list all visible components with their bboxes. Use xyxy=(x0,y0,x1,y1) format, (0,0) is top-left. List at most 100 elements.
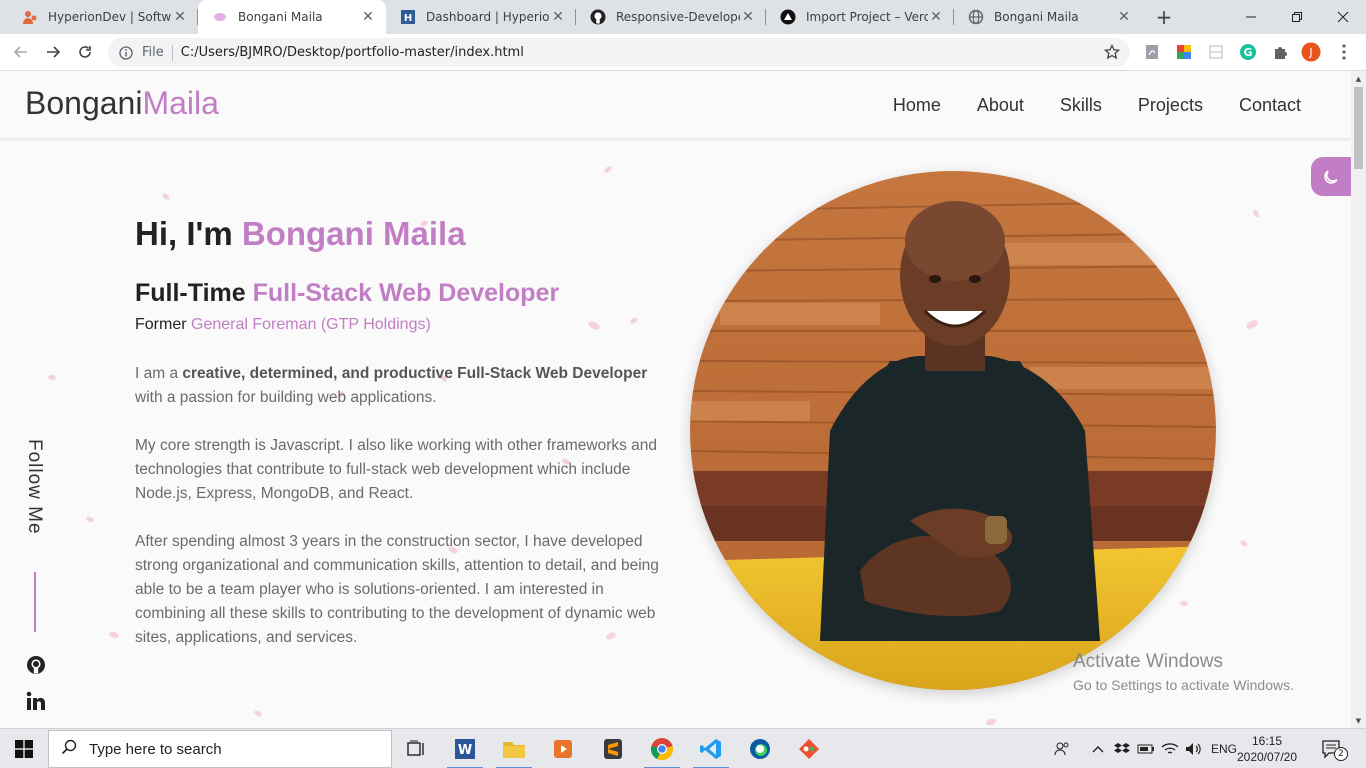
chrome-icon[interactable] xyxy=(638,729,686,768)
scrollbar-thumb[interactable] xyxy=(1354,87,1363,169)
vscode-icon[interactable] xyxy=(687,729,735,768)
volume-icon[interactable] xyxy=(1184,729,1204,768)
logo-first: Bongani xyxy=(25,85,143,121)
close-window-button[interactable] xyxy=(1320,0,1366,34)
nav-skills[interactable]: Skills xyxy=(1060,95,1102,116)
nav-home[interactable]: Home xyxy=(893,95,941,116)
hyperion-dashboard-icon: H xyxy=(400,9,416,25)
github-icon xyxy=(590,9,606,25)
petal-favicon-icon xyxy=(212,9,228,25)
clock-time: 16:15 xyxy=(1251,734,1283,748)
tab-label: Import Project – Vercel xyxy=(806,10,928,24)
notification-count-badge: 2 xyxy=(1334,747,1348,761)
close-icon[interactable]: ✕ xyxy=(550,9,566,25)
follow-divider xyxy=(34,572,36,632)
media-player-icon[interactable] xyxy=(539,729,587,768)
watermark-line2: Go to Settings to activate Windows. xyxy=(1073,677,1294,693)
tab-bongani-maila-2[interactable]: Bongani Maila ✕ xyxy=(954,0,1142,34)
info-icon[interactable] xyxy=(118,45,134,61)
grammarly-icon[interactable]: G xyxy=(1238,42,1258,62)
task-view-icon[interactable] xyxy=(392,729,440,768)
search-placeholder: Type here to search xyxy=(89,740,222,758)
hero-role: Full-Time Full-Stack Web Developer xyxy=(135,279,559,308)
former-role-title: General Foreman (GTP Holdings) xyxy=(191,316,431,333)
tab-label: Responsive-Developer- xyxy=(616,10,740,24)
system-clock[interactable]: 16:15 2020/07/20 xyxy=(1236,733,1298,765)
follow-label: Follow Me xyxy=(24,439,45,535)
close-icon[interactable]: ✕ xyxy=(360,9,376,25)
dark-mode-toggle[interactable] xyxy=(1311,157,1351,196)
greeting-name: Bongani Maila xyxy=(241,215,466,252)
wifi-icon[interactable] xyxy=(1160,729,1180,768)
browser-tab-strip: HyperionDev | Software ✕ Bongani Maila ✕… xyxy=(0,0,1366,34)
follow-me: Follow Me xyxy=(21,439,51,559)
dropbox-icon[interactable] xyxy=(1112,729,1132,768)
restore-button[interactable] xyxy=(1274,0,1320,34)
nav-contact[interactable]: Contact xyxy=(1239,95,1301,116)
sublime-text-icon[interactable] xyxy=(589,729,637,768)
main-nav: Home About Skills Projects Contact xyxy=(893,95,1301,116)
watermark-line1: Activate Windows xyxy=(1073,651,1223,672)
page-scrollbar[interactable]: ▲ ▼ xyxy=(1351,71,1366,728)
reload-button[interactable] xyxy=(74,41,96,63)
github-icon[interactable] xyxy=(26,655,46,675)
profile-initial: J xyxy=(1309,45,1313,59)
windows-logo-icon xyxy=(15,740,33,758)
svg-text:W: W xyxy=(458,743,472,758)
tab-hyperiondev[interactable]: HyperionDev | Software ✕ xyxy=(8,0,198,34)
nav-projects[interactable]: Projects xyxy=(1138,95,1203,116)
former-role: Former General Foreman (GTP Holdings) xyxy=(135,316,431,334)
site-logo[interactable]: BonganiMaila xyxy=(25,85,219,122)
profile-avatar[interactable]: J xyxy=(1301,42,1321,62)
close-icon[interactable]: ✕ xyxy=(928,9,944,25)
minimize-button[interactable] xyxy=(1228,0,1274,34)
pdf-extension-icon[interactable] xyxy=(1142,42,1162,62)
close-icon[interactable]: ✕ xyxy=(172,9,188,25)
git-kraken-icon[interactable] xyxy=(785,729,833,768)
url-text[interactable]: C:/Users/BJMRO/Desktop/portfolio-master/… xyxy=(181,45,524,60)
grid-extension-icon[interactable] xyxy=(1206,42,1226,62)
para1-before: I am a xyxy=(135,365,183,382)
about-paragraph-2: My core strength is Javascript. I also l… xyxy=(135,437,658,502)
show-hidden-icons-chevron-up-icon[interactable] xyxy=(1088,729,1108,768)
hero-greeting: Hi, I'm Bongani Maila xyxy=(135,215,466,253)
site-header: BonganiMaila Home About Skills Projects … xyxy=(0,71,1351,138)
tab-bongani-maila-active[interactable]: Bongani Maila ✕ xyxy=(198,0,386,34)
tab-github-repo[interactable]: Responsive-Developer- ✕ xyxy=(576,0,766,34)
clock-date: 2020/07/20 xyxy=(1236,750,1298,764)
people-icon[interactable] xyxy=(1050,729,1074,768)
forward-button[interactable] xyxy=(42,41,64,63)
battery-icon[interactable] xyxy=(1136,729,1156,768)
more-menu-icon[interactable] xyxy=(1334,42,1354,62)
extensions-puzzle-icon[interactable] xyxy=(1270,42,1290,62)
colorful-extension-icon[interactable] xyxy=(1174,42,1194,62)
nav-about[interactable]: About xyxy=(977,95,1024,116)
tab-hyperion-dashboard[interactable]: H Dashboard | HyperionD ✕ xyxy=(386,0,576,34)
new-tab-button[interactable]: + xyxy=(1153,6,1175,28)
close-icon[interactable]: ✕ xyxy=(740,9,756,25)
taskbar-search[interactable]: Type here to search xyxy=(48,730,392,768)
scroll-down-arrow-icon[interactable]: ▼ xyxy=(1351,713,1366,728)
former-prefix: Former xyxy=(135,316,191,333)
back-button[interactable] xyxy=(10,41,32,63)
action-center-icon[interactable]: 2 xyxy=(1312,729,1352,768)
browser-toolbar: File C:/Users/BJMRO/Desktop/portfolio-ma… xyxy=(0,34,1366,71)
about-paragraph-1: I am a creative, determined, and product… xyxy=(135,362,665,410)
tab-vercel[interactable]: Import Project – Vercel ✕ xyxy=(766,0,954,34)
start-button[interactable] xyxy=(0,729,48,768)
svg-text:G: G xyxy=(1243,46,1252,59)
hyperiondev-icon xyxy=(22,9,38,25)
word-app-icon[interactable]: W xyxy=(441,729,489,768)
moon-icon xyxy=(1324,169,1338,184)
globe-icon xyxy=(968,9,984,25)
close-icon[interactable]: ✕ xyxy=(1116,9,1132,25)
scheme-label: File xyxy=(142,45,164,60)
address-bar[interactable]: File C:/Users/BJMRO/Desktop/portfolio-ma… xyxy=(108,38,1130,67)
linkedin-icon[interactable] xyxy=(26,691,46,711)
para1-after: with a passion for building web applicat… xyxy=(135,389,437,406)
scroll-up-arrow-icon[interactable]: ▲ xyxy=(1351,71,1366,86)
tab-label: HyperionDev | Software xyxy=(48,10,172,24)
file-explorer-icon[interactable] xyxy=(490,729,538,768)
bookmark-star-icon[interactable] xyxy=(1103,43,1121,64)
edge-icon[interactable] xyxy=(736,729,784,768)
